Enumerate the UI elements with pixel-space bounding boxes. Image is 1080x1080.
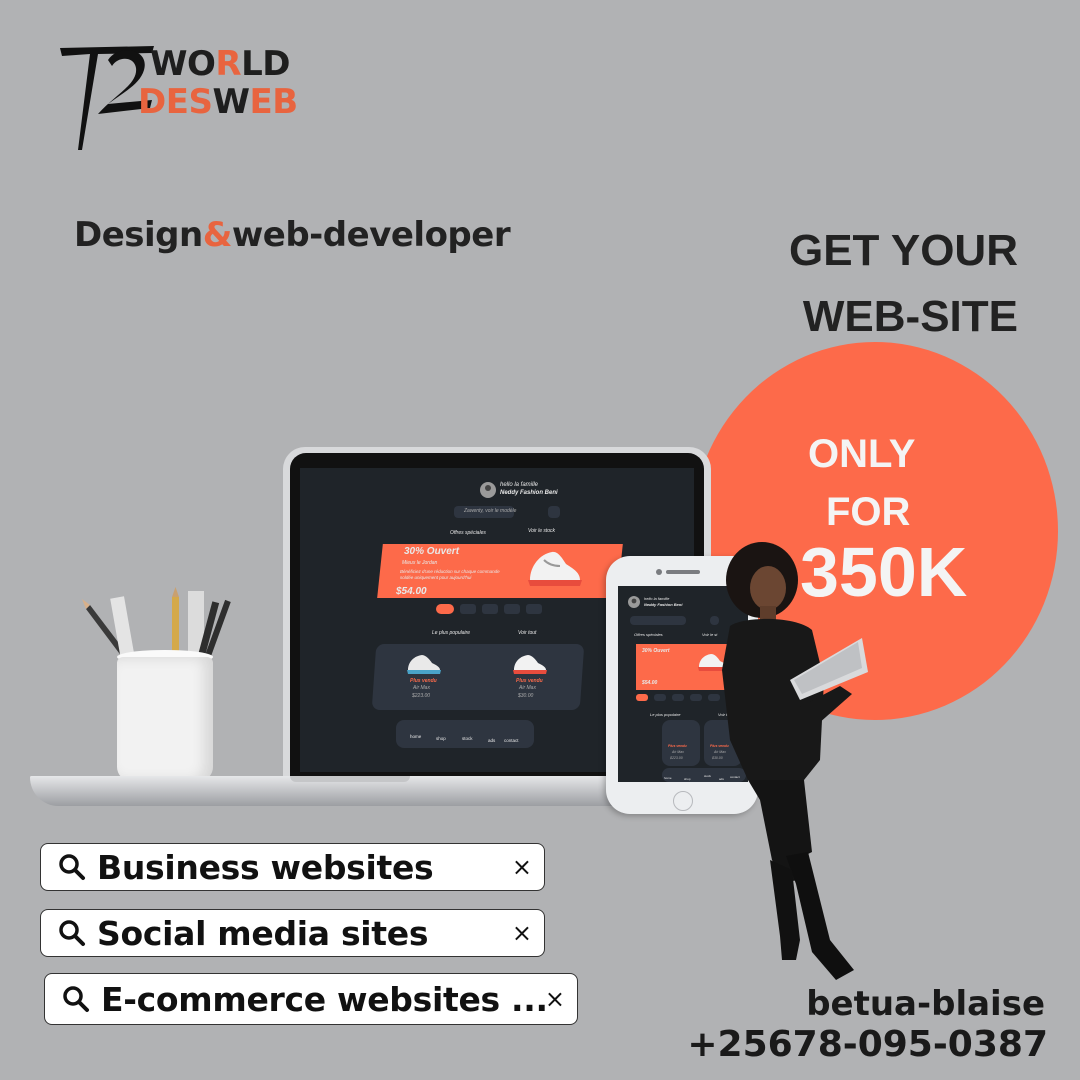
product-1-tag: Plus vendu [410,678,437,684]
nav-home[interactable]: home [410,734,421,739]
phone-popular-label: Le plus populaire [650,712,681,717]
phone-home-button [673,791,693,811]
phone-search-input[interactable] [630,616,686,625]
site-popular-label: Le plus populaire [432,630,471,636]
phone-banner-title: 30% Ouvert [642,648,670,654]
tagline: Design&web-developer [74,215,511,255]
site-filter-button[interactable] [548,506,560,518]
product-1-price: $223.00 [412,693,431,699]
site-stock-link[interactable]: Voir le stock [528,528,555,534]
site-greeting-1: hello la famille [500,482,539,488]
headline-line-2: WEB-SITE [802,292,1018,341]
phone-greeting-2: Neddy Fashion Beni [644,602,683,607]
nav-ads[interactable]: ads [488,738,495,743]
site-banner-desc-2: soldée uniquement pour aujourd'hui [400,575,472,580]
site-banner-price: $54.00 [396,586,427,597]
phone-nav-shop[interactable]: shop [684,777,691,781]
search-chip-social[interactable]: Social media sites × [40,909,545,957]
phone-product-1-name: Air Max [672,750,684,754]
site-search-placeholder: Zawenty, voir le modèle [464,508,517,514]
site-banner-desc-1: Bénéficiez d'une réduction sur chaque co… [400,569,500,574]
phone-product-1-tag: Plus vendu [668,744,687,748]
phone-product-1-price: $223.00 [670,756,683,760]
headline-line-1: GET YOUR [788,226,1018,275]
phone-offers-label: Offres spéciales [634,632,663,637]
search-icon [63,986,89,1012]
product-2-tag: Plus vendu [516,678,543,684]
brand-line-2: DESWEB [138,82,298,122]
shoe-icon [513,655,547,674]
nav-shop[interactable]: shop [436,736,446,741]
phone-nav-home[interactable]: home [664,776,672,780]
close-icon[interactable]: × [512,919,532,947]
phone-greeting-1: hello la famille [644,596,670,601]
phone-brand-filter-1[interactable] [636,694,648,701]
site-greeting-2: Neddy Fashion Beni [500,490,558,496]
product-1-name: Air Max [413,685,430,691]
chip-label: Business websites [97,847,434,887]
phone-brand-filter-2[interactable] [654,694,666,701]
site-see-all-link[interactable]: Voir tout [518,630,536,636]
headline: GET YOUR WEB-SITE [789,218,1018,350]
close-icon[interactable]: × [545,985,565,1013]
search-icon [59,920,85,946]
product-2-price: $30.00 [518,693,534,699]
phone-banner-price: $54.00 [642,680,658,686]
brand-line-1: WORLD [150,44,290,84]
site-brand-filter-1[interactable] [436,604,454,614]
nav-contact[interactable]: contact [504,738,519,743]
contact-phone: +25678-095-0387 [687,1024,1048,1065]
search-icon [59,854,85,880]
person-illustration [722,542,868,980]
avatar-icon [628,596,640,608]
phone-brand-filter-3[interactable] [672,694,684,701]
phone-speaker [666,570,700,574]
poster: WORLD DESWEB Design&web-developer GET YO… [0,0,1080,1080]
chip-label: Social media sites [97,913,429,953]
promo-for: FOR [826,490,911,534]
search-chip-business[interactable]: Business websites × [40,843,545,891]
shoe-icon [528,551,582,586]
shoe-icon [407,655,441,674]
site-banner-sub: Mieux le Jordan [402,560,438,566]
site-search-input[interactable]: Zawenty, voir le modèle [454,506,517,518]
pen-cup [117,657,213,781]
brand-logo: WORLD DESWEB [58,40,298,155]
search-chip-ecommerce[interactable]: E-commerce websites ... × [44,973,578,1025]
contact-name: betua-blaise [806,984,1045,1024]
promo-only: ONLY [808,432,916,476]
site-brand-filter-4[interactable] [504,604,520,614]
site-brand-filter-5[interactable] [526,604,542,614]
laptop-notch [290,776,410,782]
chip-label: E-commerce websites ... [101,979,548,1019]
site-brand-filter-2[interactable] [460,604,476,614]
site-offers-label: Offres spéciales [450,530,486,536]
nav-stock[interactable]: stock [462,736,473,741]
site-brand-filter-3[interactable] [482,604,498,614]
close-icon[interactable]: × [512,853,532,881]
avatar-icon [480,482,496,498]
site-banner-title: 30% Ouvert [404,546,460,557]
phone-camera [656,569,662,575]
product-2-name: Air Max [519,685,536,691]
